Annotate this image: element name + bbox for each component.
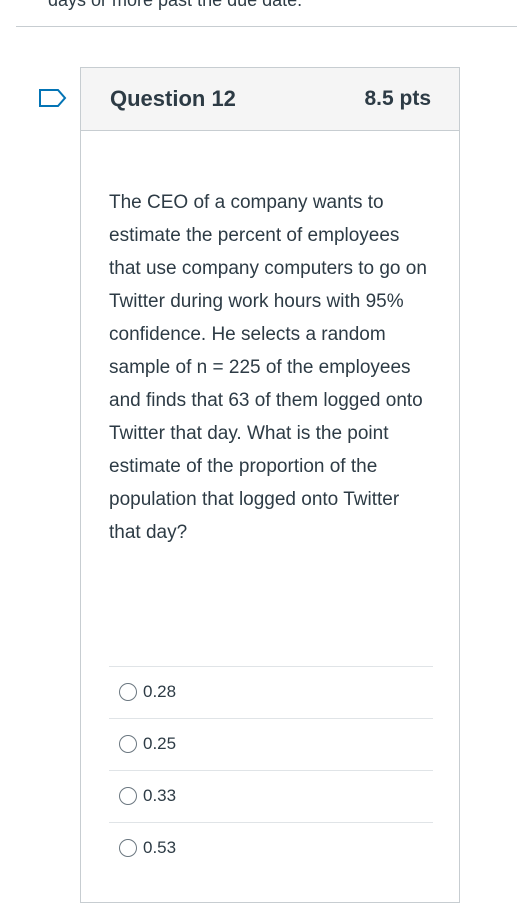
radio-button[interactable] xyxy=(119,735,137,753)
answer-option[interactable]: 0.28 xyxy=(109,666,433,718)
question-text: The CEO of a company wants to estimate t… xyxy=(109,192,427,543)
answer-option[interactable]: 0.33 xyxy=(109,770,433,822)
radio-button[interactable] xyxy=(119,839,137,857)
answer-label[interactable]: 0.33 xyxy=(143,785,176,807)
answer-option[interactable]: 0.53 xyxy=(109,822,433,874)
answer-label[interactable]: 0.28 xyxy=(143,681,176,703)
question-card: Question 12 8.5 pts The CEO of a company… xyxy=(80,67,460,903)
question-header: Question 12 8.5 pts xyxy=(81,68,459,131)
answer-label[interactable]: 0.53 xyxy=(143,837,176,859)
divider xyxy=(16,26,517,27)
previous-instructions-text: days or more past the due date. xyxy=(48,0,303,10)
answer-list: 0.28 0.25 0.33 0.53 xyxy=(109,666,433,874)
radio-button[interactable] xyxy=(119,787,137,805)
radio-button[interactable] xyxy=(119,683,137,701)
answer-label[interactable]: 0.25 xyxy=(143,733,176,755)
question-points: 8.5 pts xyxy=(364,87,431,110)
answer-option[interactable]: 0.25 xyxy=(109,718,433,770)
flag-question-button[interactable] xyxy=(38,88,68,108)
question-title: Question 12 xyxy=(110,86,236,111)
flag-icon xyxy=(39,89,67,107)
